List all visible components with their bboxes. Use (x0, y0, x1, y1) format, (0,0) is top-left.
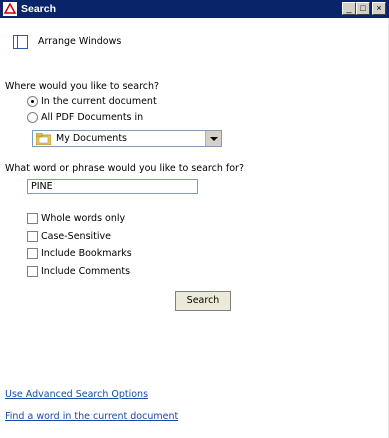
checkbox-include-bookmarks[interactable] (27, 248, 38, 259)
close-button[interactable]: × (372, 2, 386, 15)
search-button[interactable]: Search (175, 291, 231, 311)
window-title: Search (21, 3, 57, 15)
acrobat-icon (3, 2, 17, 16)
search-window: Search _ □ × Arrange Windows Where would… (0, 0, 389, 438)
checkbox-whole-words-label[interactable]: Whole words only (41, 213, 125, 224)
advanced-search-link[interactable]: Use Advanced Search Options (5, 389, 148, 400)
radio-current-document[interactable] (27, 96, 38, 107)
minimize-button[interactable]: _ (342, 2, 356, 15)
location-select-value: My Documents (56, 133, 128, 144)
chevron-down-icon[interactable] (205, 131, 221, 146)
checkbox-include-bookmarks-label[interactable]: Include Bookmarks (41, 248, 132, 259)
checkbox-include-comments[interactable] (27, 266, 38, 277)
title-bar[interactable]: Search _ □ × (0, 0, 389, 18)
checkbox-case-sensitive[interactable] (27, 231, 38, 242)
location-select[interactable]: My Documents (32, 130, 222, 147)
find-word-link[interactable]: Find a word in the current document (5, 411, 178, 422)
radio-all-pdf-documents[interactable] (27, 112, 38, 123)
arrange-windows-label: Arrange Windows (38, 36, 122, 47)
search-input[interactable]: PINE (27, 179, 198, 194)
radio-all-pdf-documents-label[interactable]: All PDF Documents in (41, 112, 143, 123)
folder-icon (36, 133, 51, 145)
radio-current-document-label[interactable]: In the current document (41, 96, 157, 107)
arrange-windows-icon (13, 35, 28, 49)
checkbox-case-sensitive-label[interactable]: Case-Sensitive (41, 231, 111, 242)
checkbox-whole-words[interactable] (27, 213, 38, 224)
checkbox-include-comments-label[interactable]: Include Comments (41, 266, 130, 277)
maximize-button[interactable]: □ (356, 2, 370, 15)
what-question: What word or phrase would you like to se… (5, 163, 244, 174)
where-question: Where would you like to search? (5, 81, 160, 92)
